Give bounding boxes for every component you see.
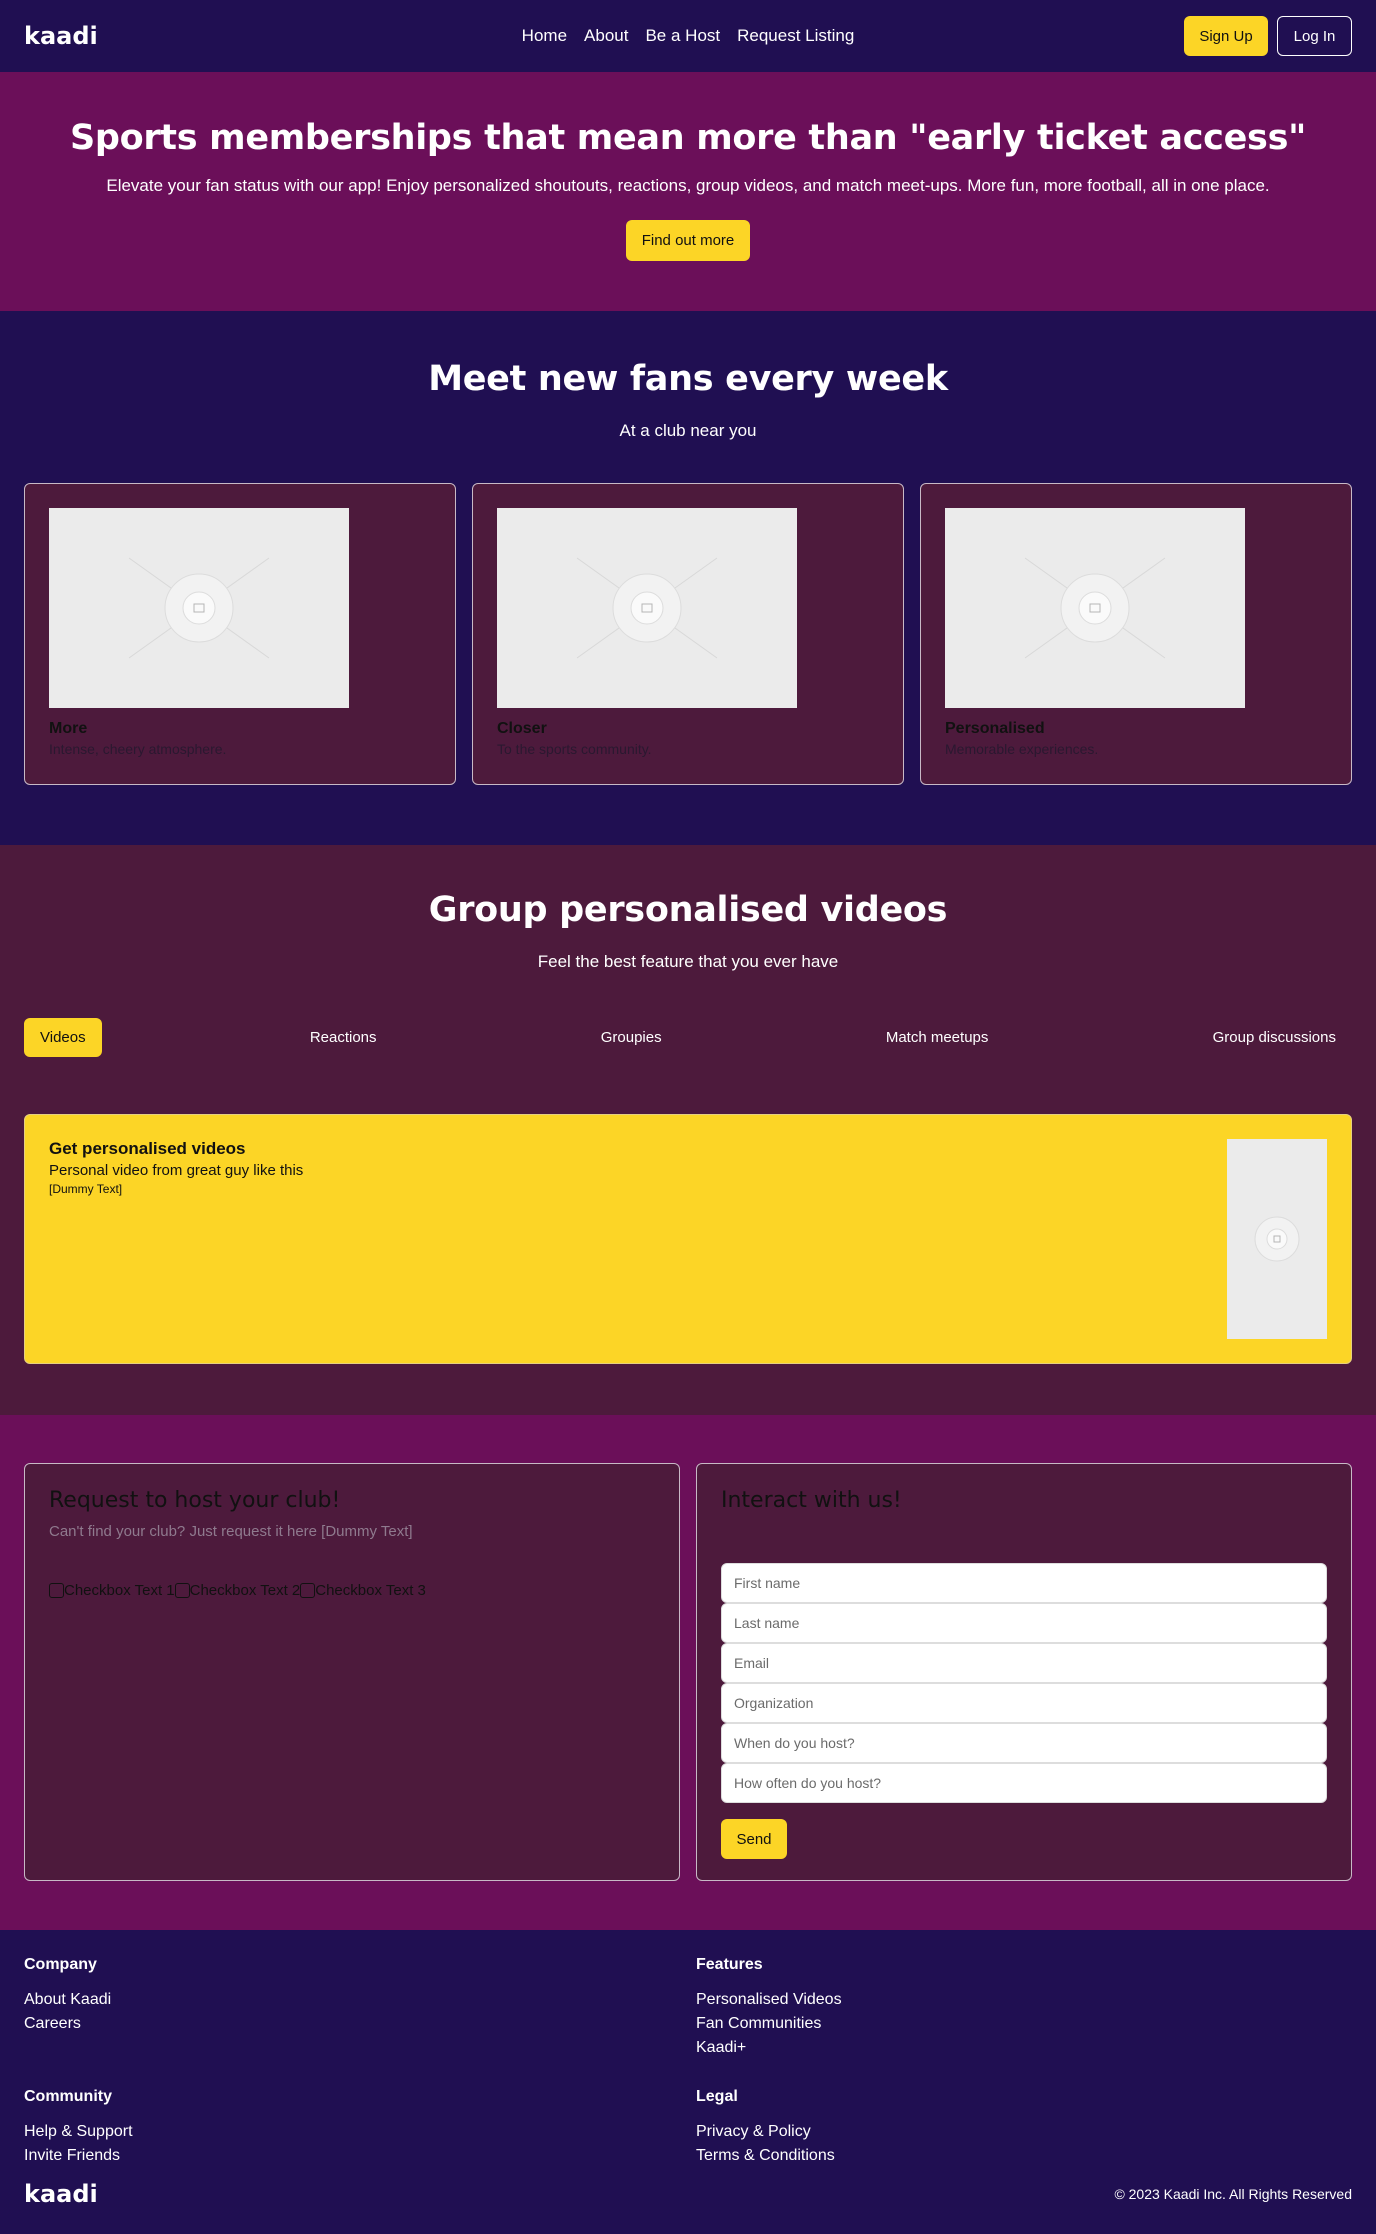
- organization-field[interactable]: [721, 1683, 1327, 1723]
- tab-panel-videos: Get personalised videos Personal video f…: [24, 1114, 1352, 1364]
- footer-bottom-bar: kaadi © 2023 Kaadi Inc. All Rights Reser…: [24, 2180, 1352, 2208]
- footer-logo[interactable]: kaadi: [24, 2180, 98, 2208]
- footer-link-careers[interactable]: Careers: [24, 2012, 696, 2036]
- footer-link-fan-communities[interactable]: Fan Communities: [696, 2012, 1344, 2036]
- nav-link-home[interactable]: Home: [522, 26, 567, 46]
- tab-reactions[interactable]: Reactions: [294, 1018, 393, 1057]
- checkbox-box[interactable]: [49, 1583, 64, 1598]
- footer-columns: Company About Kaadi Careers Features Per…: [24, 1956, 1352, 2168]
- group-videos-section: Group personalised videos Feel the best …: [0, 845, 1376, 1415]
- checkbox-group: Checkbox Text 1 Checkbox Text 2 Checkbox…: [49, 1582, 655, 1599]
- card-description: Intense, cheery atmosphere.: [49, 741, 227, 757]
- tab-group-discussions[interactable]: Group discussions: [1197, 1018, 1352, 1057]
- contact-title: Interact with us!: [721, 1488, 902, 1513]
- log-in-button[interactable]: Log In: [1277, 16, 1352, 56]
- request-host-hint: Can't find your club? Just request it he…: [49, 1523, 413, 1540]
- footer-link-personalised-videos[interactable]: Personalised Videos: [696, 1988, 1344, 2012]
- footer-link-help-support[interactable]: Help & Support: [24, 2120, 696, 2144]
- hero-section: Sports memberships that mean more than "…: [0, 72, 1376, 311]
- footer-heading: Legal: [696, 2088, 738, 2105]
- card-title: Closer: [497, 720, 547, 737]
- feature-description: Personal video from great guy like this: [49, 1162, 304, 1179]
- contact-form: [721, 1563, 1327, 1803]
- meet-fans-title: Meet new fans every week: [428, 359, 948, 399]
- request-host-panel: Request to host your club! Can't find yo…: [24, 1463, 680, 1881]
- footer-heading: Company: [24, 1956, 97, 1973]
- tab-groupies[interactable]: Groupies: [585, 1018, 678, 1057]
- feature-card-closer: Closer To the sports community.: [472, 483, 904, 785]
- footer-link-terms-conditions[interactable]: Terms & Conditions: [696, 2144, 1344, 2168]
- tab-match-meetups[interactable]: Match meetups: [870, 1018, 1005, 1057]
- footer-column-company: Company About Kaadi Careers: [24, 1956, 696, 2060]
- footer-heading: Community: [24, 2088, 112, 2105]
- checkbox-box[interactable]: [300, 1583, 316, 1598]
- nav-link-be-a-host[interactable]: Be a Host: [645, 26, 720, 46]
- footer-link-about-kaadi[interactable]: About Kaadi: [24, 1988, 696, 2012]
- site-footer: Company About Kaadi Careers Features Per…: [0, 1930, 1376, 2234]
- last-name-field[interactable]: [721, 1603, 1327, 1643]
- group-videos-subtitle: Feel the best feature that you ever have: [537, 952, 839, 971]
- footer-column-community: Community Help & Support Invite Friends: [24, 2088, 696, 2168]
- checkbox-3[interactable]: Checkbox Text 3: [300, 1582, 426, 1599]
- checkbox-box[interactable]: [174, 1583, 190, 1598]
- image-placeholder-icon: [945, 508, 1245, 708]
- copyright-text: © 2023 Kaadi Inc. All Rights Reserved: [1114, 2186, 1352, 2202]
- first-name-field[interactable]: [721, 1563, 1327, 1603]
- send-button[interactable]: Send: [721, 1819, 787, 1859]
- card-description: Memorable experiences.: [945, 741, 1099, 757]
- request-host-title: Request to host your club!: [49, 1488, 341, 1513]
- image-placeholder-icon: [49, 508, 349, 708]
- main-nav: Home About Be a Host Request Listing: [0, 0, 1376, 72]
- checkbox-label: Checkbox Text 3: [315, 1582, 426, 1599]
- feature-dummy-text: [Dummy Text]: [49, 1182, 123, 1196]
- find-out-more-button[interactable]: Find out more: [626, 220, 750, 261]
- hero-subtitle: Elevate your fan status with our app! En…: [106, 176, 1270, 195]
- footer-link-privacy-policy[interactable]: Privacy & Policy: [696, 2120, 1344, 2144]
- nav-link-request-listing[interactable]: Request Listing: [737, 26, 854, 46]
- meet-fans-subtitle: At a club near you: [619, 421, 757, 440]
- footer-column-legal: Legal Privacy & Policy Terms & Condition…: [696, 2088, 1344, 2168]
- host-when-field[interactable]: [721, 1723, 1327, 1763]
- group-videos-title: Group personalised videos: [428, 890, 948, 930]
- footer-column-features: Features Personalised Videos Fan Communi…: [696, 1956, 1344, 2060]
- feature-tabs: Videos Reactions Groupies Match meetups …: [24, 1018, 1352, 1057]
- host-frequency-field[interactable]: [721, 1763, 1327, 1803]
- card-description: To the sports community.: [497, 741, 652, 757]
- footer-heading: Features: [696, 1956, 763, 1973]
- checkbox-label: Checkbox Text 2: [189, 1582, 301, 1599]
- checkbox-label: Checkbox Text 1: [64, 1582, 175, 1599]
- feature-title: Get personalised videos: [49, 1139, 246, 1158]
- brand-logo[interactable]: kaadi: [24, 22, 98, 50]
- request-section: Request to host your club! Can't find yo…: [0, 1415, 1376, 1930]
- tab-videos[interactable]: Videos: [24, 1018, 102, 1057]
- email-field[interactable]: [721, 1643, 1327, 1683]
- auth-actions: Sign Up Log In: [1184, 16, 1352, 56]
- feature-card-personalised: Personalised Memorable experiences.: [920, 483, 1352, 785]
- hero-title: Sports memberships that mean more than "…: [69, 118, 1307, 158]
- nav-link-about[interactable]: About: [584, 26, 628, 46]
- feature-card-more: More Intense, cheery atmosphere.: [24, 483, 456, 785]
- feature-cards: More Intense, cheery atmosphere. Closer …: [24, 483, 1352, 785]
- card-title: Personalised: [945, 720, 1045, 737]
- image-placeholder-icon: [497, 508, 797, 708]
- meet-fans-section: Meet new fans every week At a club near …: [0, 311, 1376, 845]
- sign-up-button[interactable]: Sign Up: [1184, 16, 1268, 56]
- contact-panel: Interact with us! Send: [696, 1463, 1352, 1881]
- checkbox-2[interactable]: Checkbox Text 2: [174, 1582, 301, 1599]
- top-navbar: kaadi Home About Be a Host Request Listi…: [0, 0, 1376, 72]
- checkbox-1[interactable]: Checkbox Text 1: [49, 1582, 175, 1599]
- image-placeholder-icon: [1227, 1139, 1327, 1339]
- footer-link-invite-friends[interactable]: Invite Friends: [24, 2144, 696, 2168]
- card-title: More: [49, 720, 88, 737]
- footer-link-kaadi-plus[interactable]: Kaadi+: [696, 2036, 1344, 2060]
